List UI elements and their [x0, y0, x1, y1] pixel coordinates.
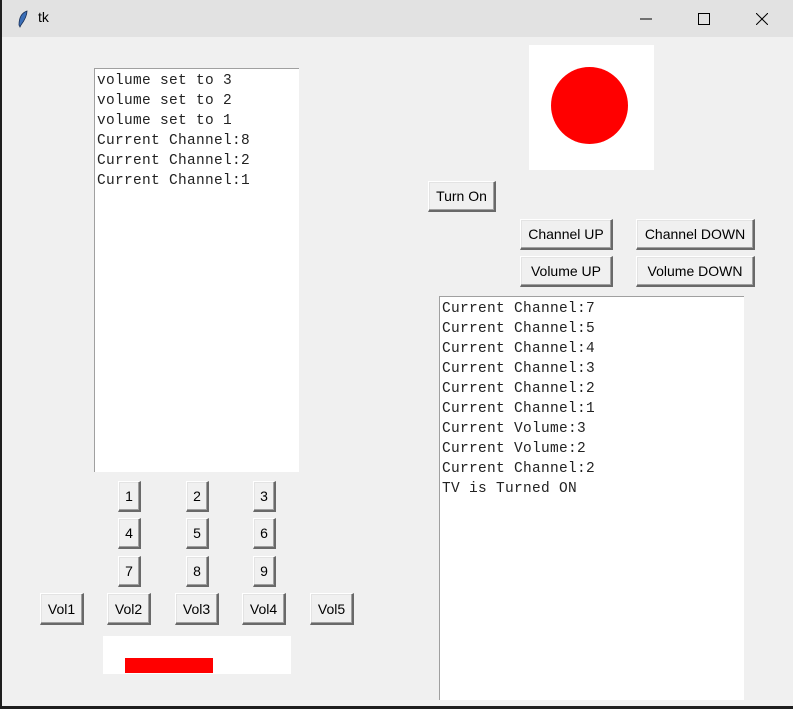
log-line: Current Channel:5 [442, 321, 596, 337]
volume-down-button[interactable]: Volume DOWN [636, 256, 755, 287]
channel-key-9[interactable]: 9 [253, 556, 276, 587]
volume-up-button[interactable]: Volume UP [520, 256, 613, 287]
log-line: volume set to 2 [97, 93, 233, 109]
channel-key-8[interactable]: 8 [186, 556, 209, 587]
volume-level-track [125, 658, 285, 673]
log-line: Current Channel:1 [97, 173, 251, 189]
log-line: Current Channel:1 [442, 401, 596, 417]
minimize-button[interactable] [623, 0, 669, 37]
channel-key-7[interactable]: 7 [118, 556, 141, 587]
log-line: volume set to 1 [97, 113, 233, 129]
maximize-icon [698, 12, 710, 25]
left-log-textbox[interactable]: volume set to 3 volume set to 2 volume s… [94, 68, 299, 472]
channel-down-button[interactable]: Channel DOWN [636, 219, 755, 250]
channel-key-1[interactable]: 1 [118, 481, 141, 512]
close-button[interactable] [739, 0, 785, 37]
volume-preset-5[interactable]: Vol5 [310, 593, 354, 625]
tk-feather-icon [18, 10, 28, 28]
right-log-textbox[interactable]: Current Channel:7 Current Channel:5 Curr… [439, 296, 744, 700]
volume-preset-3[interactable]: Vol3 [175, 593, 219, 625]
channel-key-4[interactable]: 4 [118, 518, 141, 549]
volume-preset-1[interactable]: Vol1 [40, 593, 84, 625]
power-indicator-canvas [529, 45, 654, 170]
log-line: Current Volume:2 [442, 441, 587, 457]
log-line: TV is Turned ON [442, 481, 578, 497]
log-line: Current Channel:4 [442, 341, 596, 357]
log-line: Current Volume:3 [442, 421, 587, 437]
maximize-button[interactable] [681, 0, 727, 37]
channel-up-button[interactable]: Channel UP [520, 219, 613, 250]
window-title: tk [38, 9, 49, 25]
turn-on-button[interactable]: Turn On [428, 181, 496, 212]
log-line: Current Channel:7 [442, 301, 596, 317]
minimize-icon [640, 18, 652, 19]
log-line: volume set to 3 [97, 73, 233, 89]
app-window: tk volume set to 3 volume set to 2 volum… [2, 0, 793, 706]
close-icon [756, 12, 768, 25]
volume-level-canvas [103, 636, 291, 674]
volume-preset-2[interactable]: Vol2 [107, 593, 151, 625]
channel-key-2[interactable]: 2 [186, 481, 209, 512]
channel-key-6[interactable]: 6 [253, 518, 276, 549]
log-line: Current Channel:3 [442, 361, 596, 377]
log-line: Current Channel:2 [442, 381, 596, 397]
title-bar: tk [2, 0, 793, 37]
volume-preset-4[interactable]: Vol4 [242, 593, 286, 625]
log-line: Current Channel:2 [97, 153, 251, 169]
channel-key-5[interactable]: 5 [186, 518, 209, 549]
log-line: Current Channel:8 [97, 133, 251, 149]
volume-level-bar [125, 658, 213, 673]
channel-key-3[interactable]: 3 [253, 481, 276, 512]
power-indicator-light [551, 67, 628, 144]
log-line: Current Channel:2 [442, 461, 596, 477]
